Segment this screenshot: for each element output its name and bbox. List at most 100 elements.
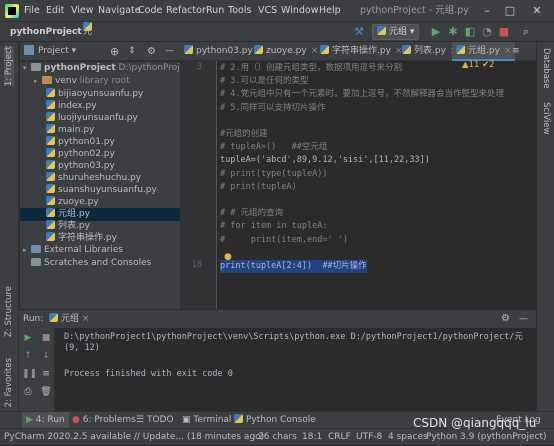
collapse-icon[interactable]: ⇕ xyxy=(128,42,136,61)
python-file-icon xyxy=(46,196,55,205)
menu-navigate[interactable]: Navigate xyxy=(98,0,141,22)
menu-vcs[interactable]: VCS xyxy=(258,0,277,22)
python-console-tool-tab[interactable]: Python Console xyxy=(234,412,316,429)
project-view-select[interactable]: Project ▾ xyxy=(38,42,76,61)
stop-icon[interactable]: ■ xyxy=(40,332,52,344)
line-number: 18 xyxy=(191,260,202,270)
run-config-select[interactable]: 元组 ▾ xyxy=(372,24,420,40)
pause-icon[interactable]: ❚❚ xyxy=(22,368,37,380)
up-icon[interactable]: ↑ xyxy=(22,350,34,362)
debug-icon[interactable]: ✱ xyxy=(446,24,460,40)
coverage-icon[interactable]: ◧ xyxy=(463,24,477,40)
database-tool-tab[interactable]: Database xyxy=(541,48,551,89)
problems-tool-tab[interactable]: ● 6: Problems xyxy=(72,412,136,429)
tree-file-label: zuoye.py xyxy=(58,197,99,207)
python-file-icon xyxy=(46,160,55,169)
project-panel-title: Project xyxy=(38,46,69,56)
status-cursor-position[interactable]: 18:1 xyxy=(302,429,322,446)
maximize-icon[interactable]: □ xyxy=(503,4,517,18)
lightbulb-icon[interactable]: ● xyxy=(224,252,232,262)
python-file-icon xyxy=(46,220,55,229)
menu-edit[interactable]: Edit xyxy=(46,0,64,22)
tree-root[interactable]: ▾pythonProject D:\pythonProject1\p xyxy=(20,62,180,75)
status-message[interactable]: PyCharm 2020.2.5 available // Update... … xyxy=(4,429,264,446)
run-config-tab[interactable]: 元组 × xyxy=(49,310,89,328)
menu-tools[interactable]: Tools xyxy=(228,0,251,22)
tab-zuoye[interactable]: zuoye.py × xyxy=(250,42,322,61)
trash-icon[interactable]: 🗑 xyxy=(40,386,52,398)
rerun-icon[interactable]: ▶ xyxy=(22,332,34,344)
menu-file[interactable]: File xyxy=(24,0,40,22)
todo-tool-label: TODO xyxy=(146,415,174,425)
favorites-tool-tab[interactable]: 2: Favorites xyxy=(4,358,14,407)
close-tab-icon[interactable]: × xyxy=(504,46,512,56)
tree-external-libraries[interactable]: ▸ External Libraries xyxy=(20,244,180,257)
folder-icon xyxy=(31,63,41,71)
code-editor[interactable]: # 2.用（）创建元组类型，数据项用逗号来分割 # 3.可以是任何的类型 # 4.党… xyxy=(217,61,536,309)
project-tree: ▾pythonProject D:\pythonProject1\p ▸venv… xyxy=(20,62,180,309)
down-icon[interactable]: ↓ xyxy=(40,350,52,362)
tree-venv[interactable]: ▸ venv library root xyxy=(20,75,180,88)
tree-file-label: 元组.py xyxy=(58,209,90,219)
menu-view[interactable]: View xyxy=(71,0,94,22)
run-tool-tab[interactable]: ▶ 4: Run xyxy=(22,412,69,429)
python-file-icon xyxy=(320,45,329,54)
tree-file-label: bijiaoyunsuanfu.py xyxy=(58,89,144,99)
hide-icon[interactable]: — xyxy=(165,42,174,61)
status-indent[interactable]: 4 spaces xyxy=(388,429,428,446)
menu-refactor[interactable]: Refactor xyxy=(166,0,206,22)
python-file-icon xyxy=(46,172,55,181)
menu-code[interactable]: Code xyxy=(138,0,162,22)
code-line: print(tupleA[2:4]) ##切片操作 xyxy=(220,260,367,273)
tab-tuple[interactable]: 元组.py × xyxy=(452,42,516,61)
terminal-tool-tab[interactable]: ▣ Terminal xyxy=(182,412,231,429)
title-bar: File Edit View Navigate Code Refactor Ru… xyxy=(0,0,554,22)
menu-run[interactable]: Run xyxy=(206,0,224,22)
breadcrumb-separator: › xyxy=(75,27,79,37)
breadcrumb-project[interactable]: pythonProject xyxy=(10,22,82,42)
print-icon[interactable]: ⎙ xyxy=(22,386,34,398)
locate-icon[interactable]: ⊕ xyxy=(110,42,119,61)
tab-string-ops[interactable]: 字符串操作.py × xyxy=(316,42,406,61)
editor-tabs: python03.py× zuoye.py× 字符串操作.py× 列表.py× … xyxy=(180,42,536,61)
code-line: # tupleA=() ##空元组 xyxy=(220,142,328,153)
tree-file-label: python02.py xyxy=(58,149,115,159)
status-line-separator[interactable]: CRLF xyxy=(328,429,351,446)
python-file-icon xyxy=(234,414,243,423)
run-panel-header: Run: 元组 × ⚙ — xyxy=(19,310,536,328)
status-encoding[interactable]: UTF-8 xyxy=(356,429,382,446)
sciview-tool-tab[interactable]: SciView xyxy=(541,102,551,135)
structure-tool-tab[interactable]: Z: Structure xyxy=(4,286,14,337)
project-tool-tab[interactable]: 1: Project xyxy=(4,46,14,87)
run-icon[interactable]: ▶ xyxy=(429,24,443,40)
hammer-build-icon[interactable]: ⚒ xyxy=(352,24,366,40)
status-chars: 26 chars xyxy=(258,432,297,442)
tree-venv-hint: library root xyxy=(79,76,130,86)
run-toolbar-secondary: ■ ↓ ≡ 🗑 xyxy=(37,328,55,411)
code-line: # 5.同样可以支持切片操作 xyxy=(220,102,326,113)
menu-help[interactable]: Help xyxy=(319,0,341,22)
tab-overflow-icon[interactable]: ≡ xyxy=(512,42,520,61)
code-line: # print(type(tupleA)) xyxy=(220,168,328,179)
hide-icon[interactable]: — xyxy=(519,310,528,328)
close-icon[interactable]: ✕ xyxy=(530,4,544,18)
minimize-icon[interactable]: – xyxy=(480,4,494,18)
status-interpreter[interactable]: Python 3.9 (pythonProject) xyxy=(426,429,547,446)
gear-icon[interactable]: ⚙ xyxy=(501,310,510,328)
profile-icon[interactable]: ◔ xyxy=(480,24,494,40)
tab-label: 元组.py xyxy=(468,46,500,56)
tree-venv-name: venv xyxy=(55,76,77,86)
soft-wrap-icon[interactable]: ≡ xyxy=(40,368,52,380)
inspection-widget[interactable]: ▲11 ✔2 xyxy=(462,60,495,70)
todo-tool-tab[interactable]: ☰ TODO xyxy=(136,412,174,429)
python-file-icon xyxy=(377,26,386,35)
python-file-icon xyxy=(46,136,55,145)
stop-icon[interactable]: ■ xyxy=(497,24,511,40)
gear-icon[interactable]: ⚙ xyxy=(147,42,156,61)
tree-file-label: luojiyunsuanfu.py xyxy=(58,113,138,123)
tree-file-label: suanshuyunsuanfu.py xyxy=(58,185,157,195)
python-file-icon xyxy=(456,45,465,54)
tree-scratches[interactable]: Scratches and Consoles xyxy=(20,257,180,270)
menu-window[interactable]: Window xyxy=(281,0,318,22)
search-icon[interactable]: ⌕ xyxy=(519,24,533,40)
